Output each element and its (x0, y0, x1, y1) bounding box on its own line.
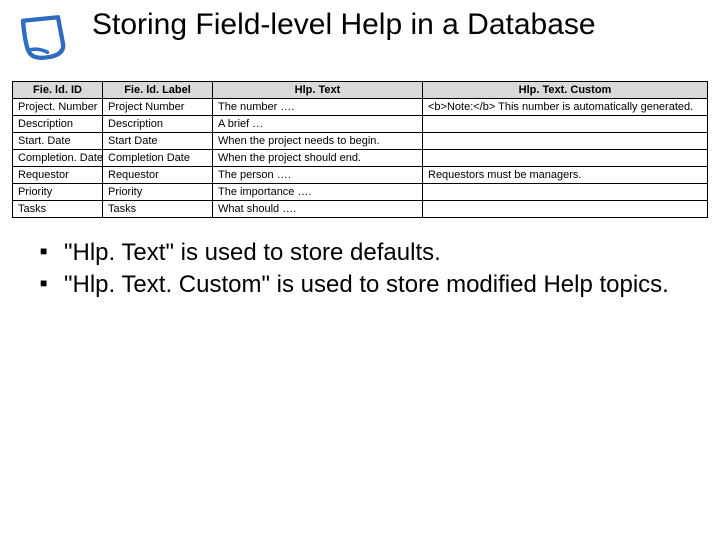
cell-fieldlabel: Requestor (103, 167, 213, 184)
cell-fieldlabel: Priority (103, 184, 213, 201)
cell-fieldid: Priority (13, 184, 103, 201)
page-icon (12, 6, 92, 73)
cell-fieldlabel: Tasks (103, 201, 213, 218)
cell-fieldid: Tasks (13, 201, 103, 218)
table-row: Start. Date Start Date When the project … (13, 133, 708, 150)
table-row: Priority Priority The importance …. (13, 184, 708, 201)
cell-fieldid: Description (13, 116, 103, 133)
table-row: Requestor Requestor The person …. Reques… (13, 167, 708, 184)
cell-hlptextcustom (423, 133, 708, 150)
col-header-hlptextcustom: Hlp. Text. Custom (423, 82, 708, 99)
slide-title: Storing Field-level Help in a Database (92, 6, 596, 43)
cell-fieldid: Start. Date (13, 133, 103, 150)
cell-hlptext: When the project needs to begin. (213, 133, 423, 150)
help-table-container: Fie. ld. ID Fie. ld. Label Hlp. Text Hlp… (0, 81, 720, 218)
help-table: Fie. ld. ID Fie. ld. Label Hlp. Text Hlp… (12, 81, 708, 218)
table-row: Tasks Tasks What should …. (13, 201, 708, 218)
table-header-row: Fie. ld. ID Fie. ld. Label Hlp. Text Hlp… (13, 82, 708, 99)
bullet-list: "Hlp. Text" is used to store defaults. "… (0, 218, 720, 300)
col-header-hlptext: Hlp. Text (213, 82, 423, 99)
cell-fieldlabel: Start Date (103, 133, 213, 150)
cell-hlptext: When the project should end. (213, 150, 423, 167)
cell-hlptextcustom (423, 150, 708, 167)
cell-hlptext: The number …. (213, 99, 423, 116)
cell-fieldid: Completion. Date (13, 150, 103, 167)
cell-fieldlabel: Project Number (103, 99, 213, 116)
table-row: Completion. Date Completion Date When th… (13, 150, 708, 167)
cell-fieldid: Project. Number (13, 99, 103, 116)
cell-hlptextcustom: Requestors must be managers. (423, 167, 708, 184)
bullet-item: "Hlp. Text" is used to store defaults. (40, 238, 702, 268)
cell-hlptextcustom: <b>Note:</b> This number is automaticall… (423, 99, 708, 116)
cell-fieldlabel: Completion Date (103, 150, 213, 167)
cell-hlptext: The person …. (213, 167, 423, 184)
cell-hlptext: The importance …. (213, 184, 423, 201)
cell-hlptext: What should …. (213, 201, 423, 218)
col-header-fieldlabel: Fie. ld. Label (103, 82, 213, 99)
cell-hlptextcustom (423, 116, 708, 133)
cell-hlptext: A brief … (213, 116, 423, 133)
bullet-item: "Hlp. Text. Custom" is used to store mod… (40, 270, 702, 300)
table-row: Description Description A brief … (13, 116, 708, 133)
slide-header: Storing Field-level Help in a Database (0, 0, 720, 81)
col-header-fieldid: Fie. ld. ID (13, 82, 103, 99)
cell-fieldlabel: Description (103, 116, 213, 133)
cell-fieldid: Requestor (13, 167, 103, 184)
cell-hlptextcustom (423, 184, 708, 201)
table-row: Project. Number Project Number The numbe… (13, 99, 708, 116)
cell-hlptextcustom (423, 201, 708, 218)
